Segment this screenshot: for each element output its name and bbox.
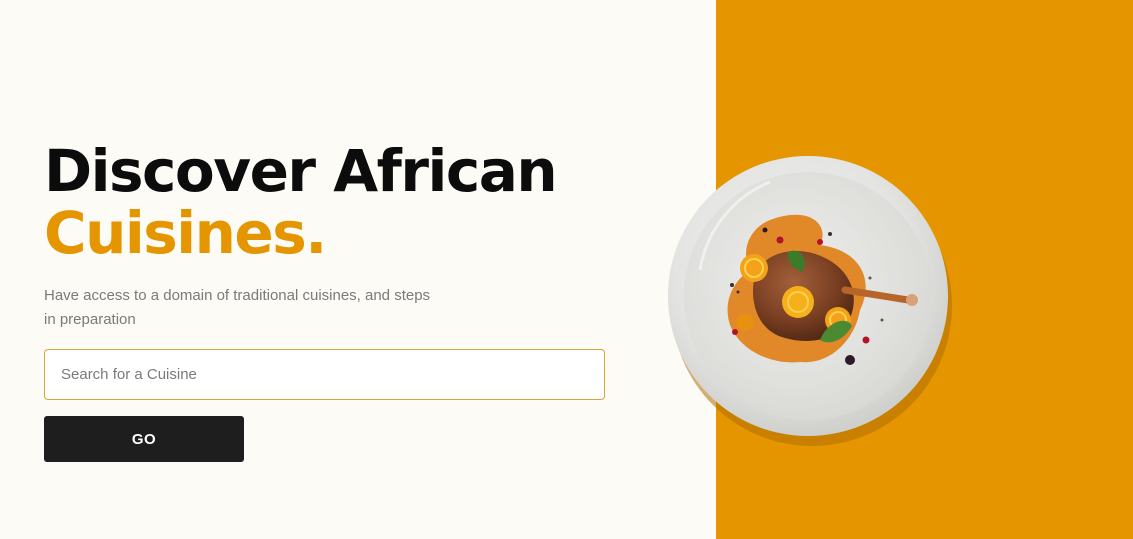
hero-section: Discover African Cuisines. Have access t… — [44, 140, 644, 347]
title-line-accent: Cuisines. — [44, 199, 327, 267]
hero-subtitle: Have access to a domain of traditional c… — [44, 287, 431, 328]
go-button[interactable]: GO — [44, 416, 244, 462]
food-plate-image — [660, 150, 956, 446]
search-input[interactable] — [44, 349, 605, 400]
landing-page: Discover African Cuisines. Have access t… — [0, 0, 1133, 539]
title-line-primary: Discover African — [44, 137, 558, 205]
page-title: Discover African Cuisines. — [44, 140, 644, 264]
